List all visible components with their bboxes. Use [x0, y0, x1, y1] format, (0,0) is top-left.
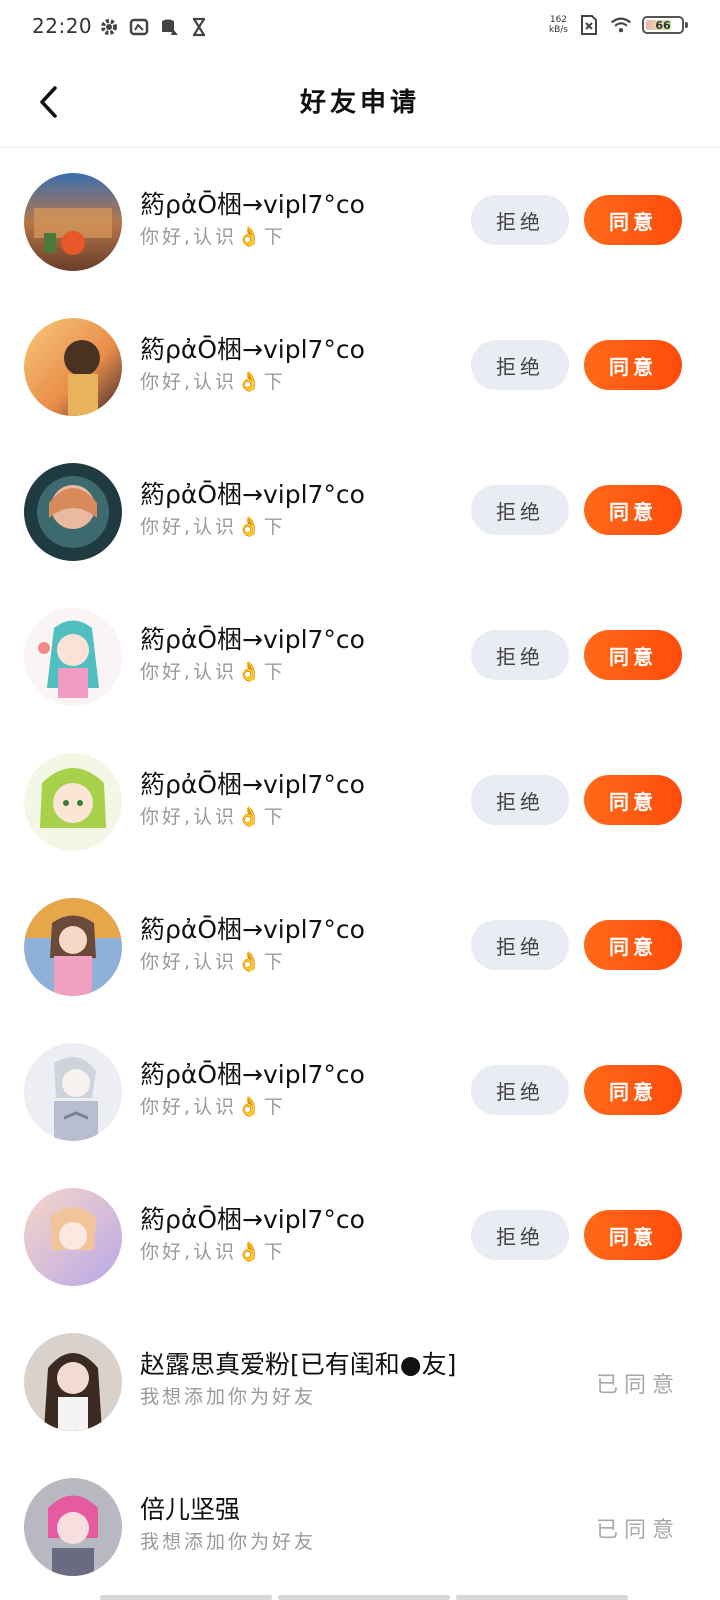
- reject-button[interactable]: 拒绝: [471, 195, 569, 245]
- reject-button[interactable]: 拒绝: [471, 775, 569, 825]
- avatar[interactable]: [24, 1333, 122, 1431]
- reject-button[interactable]: 拒绝: [471, 1065, 569, 1115]
- avatar[interactable]: [24, 753, 122, 851]
- list-item: 箹ρἀŌ梱→vipl7°co 你好,认识👌下 拒绝 同意: [0, 874, 720, 1019]
- reject-button[interactable]: 拒绝: [471, 630, 569, 680]
- avatar[interactable]: [24, 608, 122, 706]
- net-speed: 162 kB/s: [549, 15, 568, 35]
- gear-icon: [98, 16, 120, 38]
- net-speed-value: 162: [549, 15, 568, 25]
- reject-button[interactable]: 拒绝: [471, 1210, 569, 1260]
- battery-icon: 66: [642, 16, 688, 34]
- requester-name: 箹ρἀŌ梱→vipl7°co: [140, 480, 365, 509]
- request-message: 我想添加你为好友: [140, 1386, 317, 1408]
- friend-request-list: 箹ρἀŌ梱→vipl7°co 你好,认识👌下 拒绝 同意 箹ρἀŌ梱→vipl7…: [0, 149, 720, 1599]
- wifi-icon: [610, 14, 632, 36]
- requester-name: 箹ρἀŌ梱→vipl7°co: [140, 915, 365, 944]
- accept-button[interactable]: 同意: [584, 485, 682, 535]
- avatar[interactable]: [24, 318, 122, 416]
- reject-button[interactable]: 拒绝: [471, 340, 569, 390]
- accept-button[interactable]: 同意: [584, 1065, 682, 1115]
- avatar[interactable]: [24, 173, 122, 271]
- list-item: 箹ρἀŌ梱→vipl7°co 你好,认识👌下 拒绝 同意: [0, 1164, 720, 1309]
- avatar[interactable]: [24, 1478, 122, 1576]
- request-message: 你好,认识👌下: [140, 1241, 286, 1263]
- battery-level: 66: [655, 18, 671, 32]
- requester-name: 倍儿坚强: [140, 1495, 241, 1524]
- requester-name: 箹ρἀŌ梱→vipl7°co: [140, 625, 365, 654]
- list-item: 赵露思真爱粉[已有闺和●友] 我想添加你为好友 已同意: [0, 1309, 720, 1454]
- request-message: 你好,认识👌下: [140, 516, 286, 538]
- status-icons-right: 162 kB/s 66: [549, 14, 688, 36]
- list-item: 箹ρἀŌ梱→vipl7°co 你好,认识👌下 拒绝 同意: [0, 149, 720, 294]
- avatar[interactable]: [24, 898, 122, 996]
- page-header: 好友申请: [0, 56, 720, 148]
- avatar[interactable]: [24, 1043, 122, 1141]
- list-item: 箹ρἀŌ梱→vipl7°co 你好,认识👌下 拒绝 同意: [0, 294, 720, 439]
- accept-button[interactable]: 同意: [584, 920, 682, 970]
- status-bar: 22:20 162 kB/s 66: [0, 0, 720, 56]
- list-item: 箹ρἀŌ梱→vipl7°co 你好,认识👌下 拒绝 同意: [0, 584, 720, 729]
- hourglass-icon: [188, 16, 210, 38]
- request-message: 你好,认识👌下: [140, 226, 286, 248]
- accepted-status: 已同意: [595, 1518, 680, 1543]
- request-message: 我想添加你为好友: [140, 1531, 317, 1553]
- gallery-icon: [128, 16, 150, 38]
- requester-name: 赵露思真爱粉[已有闺和●友]: [140, 1350, 457, 1379]
- reject-button[interactable]: 拒绝: [471, 485, 569, 535]
- accept-button[interactable]: 同意: [584, 630, 682, 680]
- list-item: 倍儿坚强 我想添加你为好友 已同意: [0, 1454, 720, 1599]
- requester-name: 箹ρἀŌ梱→vipl7°co: [140, 1205, 365, 1234]
- database-icon: [158, 16, 180, 38]
- accept-button[interactable]: 同意: [584, 1210, 682, 1260]
- request-message: 你好,认识👌下: [140, 1096, 286, 1118]
- list-item: 箹ρἀŌ梱→vipl7°co 你好,认识👌下 拒绝 同意: [0, 1019, 720, 1164]
- reject-button[interactable]: 拒绝: [471, 920, 569, 970]
- bottom-scroll-indicator: [100, 1595, 628, 1600]
- no-sim-icon: [578, 14, 600, 36]
- accept-button[interactable]: 同意: [584, 195, 682, 245]
- requester-name: 箹ρἀŌ梱→vipl7°co: [140, 770, 365, 799]
- request-message: 你好,认识👌下: [140, 806, 286, 828]
- requester-name: 箹ρἀŌ梱→vipl7°co: [140, 335, 365, 364]
- accept-button[interactable]: 同意: [584, 775, 682, 825]
- status-time: 22:20: [32, 14, 93, 38]
- list-item: 箹ρἀŌ梱→vipl7°co 你好,认识👌下 拒绝 同意: [0, 729, 720, 874]
- request-message: 你好,认识👌下: [140, 951, 286, 973]
- list-item: 箹ρἀŌ梱→vipl7°co 你好,认识👌下 拒绝 同意: [0, 439, 720, 584]
- request-message: 你好,认识👌下: [140, 661, 286, 683]
- request-message: 你好,认识👌下: [140, 371, 286, 393]
- status-icons-left: [98, 16, 210, 38]
- requester-name: 箹ρἀŌ梱→vipl7°co: [140, 190, 365, 219]
- net-speed-unit: kB/s: [548, 25, 568, 35]
- page-title: 好友申请: [299, 88, 420, 118]
- avatar[interactable]: [24, 463, 122, 561]
- avatar[interactable]: [24, 1188, 122, 1286]
- requester-name: 箹ρἀŌ梱→vipl7°co: [140, 1060, 365, 1089]
- accepted-status: 已同意: [595, 1373, 680, 1398]
- accept-button[interactable]: 同意: [584, 340, 682, 390]
